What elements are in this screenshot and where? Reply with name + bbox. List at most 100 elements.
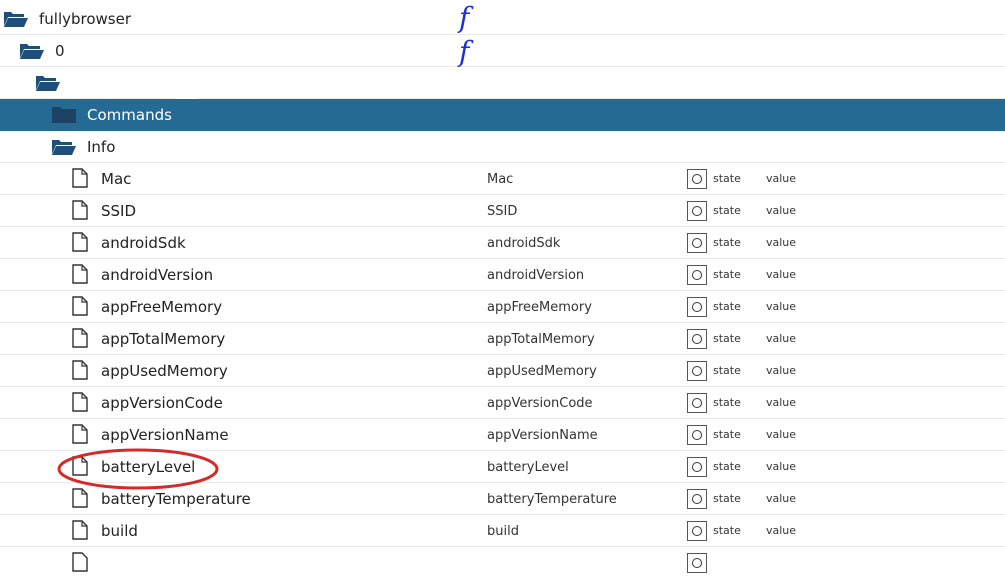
state-label: appFreeMemory <box>101 298 223 316</box>
role-button[interactable] <box>687 457 707 477</box>
role-button[interactable] <box>687 233 707 253</box>
redaction-mask <box>176 94 197 99</box>
state-type: value <box>766 460 797 473</box>
role-button[interactable] <box>687 297 707 317</box>
state-label: appVersionName <box>101 426 229 444</box>
tree-row-0[interactable]: 0 f <box>0 35 1005 67</box>
file-icon <box>72 328 88 348</box>
file-icon <box>72 424 88 444</box>
file-icon <box>72 264 88 284</box>
state-type: value <box>766 172 797 185</box>
file-icon <box>72 360 88 380</box>
state-name: batteryTemperature <box>487 492 617 507</box>
red-ellipse-highlight <box>57 448 219 490</box>
tree-row-state[interactable]: appVersionName appVersionName state value <box>0 419 1005 451</box>
tree-label: Commands <box>87 106 172 124</box>
state-type: value <box>766 204 797 217</box>
state-role: state <box>713 524 741 537</box>
state-role: state <box>713 364 741 377</box>
state-type: value <box>766 492 797 505</box>
role-button[interactable] <box>687 425 707 445</box>
state-name: appFreeMemory <box>487 300 592 315</box>
state-label: appVersionCode <box>101 394 223 412</box>
state-role: state <box>713 172 741 185</box>
file-icon <box>72 488 88 508</box>
tree-row-state[interactable]: build build state value <box>0 515 1005 547</box>
tree-label: 0 <box>55 42 65 60</box>
state-name: batteryLevel <box>487 460 569 475</box>
state-role: state <box>713 204 741 217</box>
tree-row-state[interactable]: appFreeMemory appFreeMemory state value <box>0 291 1005 323</box>
state-label: appUsedMemory <box>101 362 228 380</box>
state-name: appUsedMemory <box>487 364 597 379</box>
handwritten-mark: f <box>459 35 470 68</box>
role-button[interactable] <box>687 489 707 509</box>
state-name: androidSdk <box>487 236 561 251</box>
state-name: build <box>487 524 519 539</box>
state-name: androidVersion <box>487 268 585 283</box>
state-label: appTotalMemory <box>101 330 226 348</box>
state-name: SSID <box>487 204 518 219</box>
state-name: appVersionCode <box>487 396 593 411</box>
file-icon <box>72 392 88 412</box>
tree-row-state[interactable]: appTotalMemory appTotalMemory state value <box>0 323 1005 355</box>
state-name: Mac <box>487 172 514 187</box>
file-icon <box>72 552 88 572</box>
state-name: appVersionName <box>487 428 598 443</box>
tree-row-info[interactable]: Info <box>0 131 1005 163</box>
role-button[interactable] <box>687 169 707 189</box>
role-button[interactable] <box>687 265 707 285</box>
state-label: SSID <box>101 202 137 220</box>
state-label: Mac <box>101 170 132 188</box>
tree-row-partial[interactable] <box>0 547 1005 579</box>
state-type: value <box>766 332 797 345</box>
folder-open-icon[interactable] <box>3 10 29 28</box>
folder-closed-icon[interactable] <box>51 106 77 124</box>
state-role: state <box>713 460 741 473</box>
role-button[interactable] <box>687 393 707 413</box>
tree-row-state[interactable]: Mac Mac state value <box>0 163 1005 195</box>
file-icon <box>72 232 88 252</box>
tree-label: fullybrowser <box>39 10 132 28</box>
state-label: build <box>101 522 138 540</box>
tree-row-state[interactable]: appUsedMemory appUsedMemory state value <box>0 355 1005 387</box>
file-icon <box>72 520 88 540</box>
tree-row-state[interactable]: SSID SSID state value <box>0 195 1005 227</box>
file-icon <box>72 296 88 316</box>
folder-open-icon[interactable] <box>51 138 77 156</box>
file-icon <box>72 168 88 188</box>
state-role: state <box>713 428 741 441</box>
state-label: batteryTemperature <box>101 490 251 508</box>
state-type: value <box>766 300 797 313</box>
role-button[interactable] <box>687 329 707 349</box>
file-icon <box>72 200 88 220</box>
tree-row-state[interactable]: androidVersion androidVersion state value <box>0 259 1005 291</box>
state-type: value <box>766 396 797 409</box>
folder-open-icon[interactable] <box>19 42 45 60</box>
role-button[interactable] <box>687 201 707 221</box>
state-role: state <box>713 300 741 313</box>
state-role: state <box>713 236 741 249</box>
state-type: value <box>766 364 797 377</box>
state-type: value <box>766 268 797 281</box>
tree-label: Info <box>87 138 116 156</box>
state-label: androidSdk <box>101 234 186 252</box>
role-button[interactable] <box>687 553 707 573</box>
tree-row-fullybrowser[interactable]: fullybrowser f <box>0 3 1005 35</box>
state-role: state <box>713 492 741 505</box>
state-type: value <box>766 428 797 441</box>
role-button[interactable] <box>687 521 707 541</box>
tree-row-device-child[interactable] <box>0 67 1005 99</box>
state-role: state <box>713 396 741 409</box>
state-name: appTotalMemory <box>487 332 595 347</box>
tree-row-state[interactable]: appVersionCode appVersionCode state value <box>0 387 1005 419</box>
state-role: state <box>713 268 741 281</box>
state-type: value <box>766 236 797 249</box>
state-label: androidVersion <box>101 266 214 284</box>
tree-row-state[interactable]: androidSdk androidSdk state value <box>0 227 1005 259</box>
tree-row-commands[interactable]: Commands <box>0 99 1005 131</box>
folder-open-icon[interactable] <box>35 74 61 92</box>
role-button[interactable] <box>687 361 707 381</box>
object-tree: fullybrowser f 0 f Commands Info Mac Mac s… <box>0 3 1005 579</box>
state-type: value <box>766 524 797 537</box>
